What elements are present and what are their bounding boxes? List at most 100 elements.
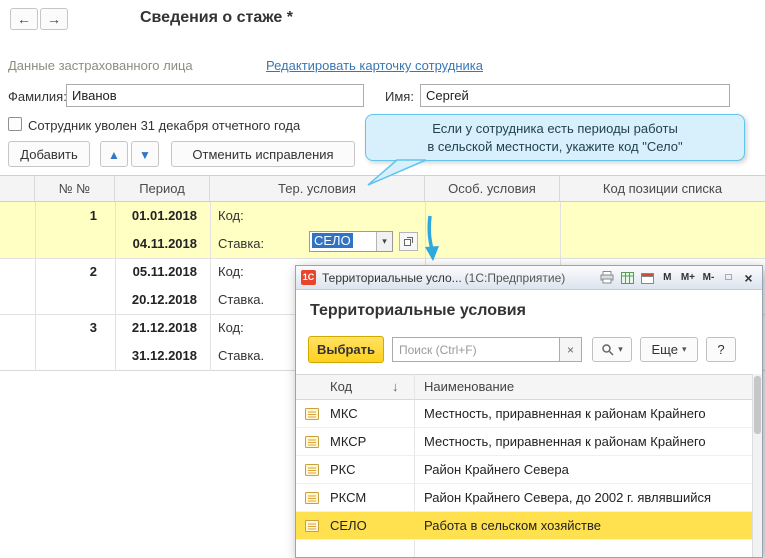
table-view-button[interactable] xyxy=(619,269,636,287)
rate-label: Ставка: xyxy=(218,236,265,251)
header-marker xyxy=(0,176,35,201)
header-territorial: Тер. условия xyxy=(210,176,425,201)
list-item-selected[interactable]: СЕЛО Работа в сельском хозяйстве xyxy=(296,512,752,540)
row-number: 3 xyxy=(89,320,97,335)
firstname-input[interactable] xyxy=(420,84,730,107)
help-button-label: ? xyxy=(717,342,725,357)
close-button[interactable]: × xyxy=(740,269,757,287)
help-button[interactable]: ? xyxy=(706,337,736,362)
column-header-code[interactable]: Код xyxy=(330,379,352,394)
page-title: Сведения о стаже * xyxy=(140,9,293,26)
period-end: 31.12.2018 xyxy=(131,348,197,363)
clear-search-button[interactable]: × xyxy=(560,337,582,362)
forward-icon: → xyxy=(47,11,61,27)
item-name: Местность, приравненная к районам Крайне… xyxy=(424,434,706,449)
forward-button[interactable]: → xyxy=(40,8,68,30)
calendar-button[interactable] xyxy=(639,269,656,287)
dialog-titlebar[interactable]: 1С Территориальные усло... (1С:Предприят… xyxy=(296,266,762,290)
dismissed-checkbox[interactable] xyxy=(8,117,22,131)
period-start: 21.12.2018 xyxy=(131,320,197,335)
grid-col-divider xyxy=(210,202,211,371)
undo-changes-button[interactable]: Отменить исправления xyxy=(171,141,355,167)
combo-open-button[interactable] xyxy=(399,232,418,251)
section-label: Данные застрахованного лица xyxy=(8,58,193,73)
vertical-scrollbar[interactable] xyxy=(752,374,762,557)
more-button-label: Еще xyxy=(651,342,678,357)
magnifier-icon xyxy=(602,344,614,356)
header-special: Особ. условия xyxy=(425,176,560,201)
territory-code-combo[interactable]: СЕЛО ▾ xyxy=(309,231,393,252)
period-end: 20.12.2018 xyxy=(131,292,197,307)
dialog-heading: Территориальные условия xyxy=(310,302,526,319)
scrollbar-thumb[interactable] xyxy=(754,376,761,434)
rate-label: Ставка. xyxy=(218,348,265,363)
back-icon: ← xyxy=(17,11,31,27)
code-label: Код: xyxy=(218,320,244,335)
search-box: × xyxy=(392,337,582,362)
move-up-button[interactable]: ▲ xyxy=(100,141,128,167)
clear-icon: × xyxy=(566,342,574,357)
add-button[interactable]: Добавить xyxy=(8,141,90,167)
list-item[interactable]: МКС Местность, приравненная к районам Кр… xyxy=(296,400,752,428)
list-item[interactable]: МКСР Местность, приравненная к районам К… xyxy=(296,428,752,456)
arrow-down-icon: ▼ xyxy=(139,147,151,162)
search-options-button[interactable]: ▾ xyxy=(592,337,632,362)
list-item[interactable]: РКСМ Район Крайнего Севера, до 2002 г. я… xyxy=(296,484,752,512)
dismissed-checkbox-label: Сотрудник уволен 31 декабря отчетного го… xyxy=(28,118,301,133)
onec-logo: 1С xyxy=(301,270,316,285)
edit-employee-card-link[interactable]: Редактировать карточку сотрудника xyxy=(266,58,483,73)
column-header-name[interactable]: Наименование xyxy=(424,379,514,394)
move-down-button[interactable]: ▼ xyxy=(131,141,159,167)
dialog-table-header: Код ↓ Наименование xyxy=(296,374,762,400)
undo-button-label: Отменить исправления xyxy=(192,146,334,162)
chevron-down-icon: ▾ xyxy=(681,344,687,354)
item-code: СЕЛО xyxy=(330,518,367,533)
maximize-button[interactable]: □ xyxy=(720,269,737,287)
printer-icon xyxy=(600,271,614,284)
chevron-down-icon[interactable]: ▾ xyxy=(376,232,392,251)
maximize-icon: □ xyxy=(725,272,732,283)
item-name: Местность, приравненная к районам Крайне… xyxy=(424,406,706,421)
lastname-input[interactable] xyxy=(66,84,364,107)
catalog-item-icon xyxy=(305,436,319,451)
catalog-item-icon xyxy=(305,520,319,535)
scale-m-minus-button[interactable]: М- xyxy=(700,269,717,287)
header-period: Период xyxy=(115,176,210,201)
item-code: МКС xyxy=(330,406,358,421)
callout-line-2: в сельской местности, укажите код "Село" xyxy=(427,138,683,154)
code-label: Код: xyxy=(218,264,244,279)
dialog-window-title: Территориальные усло... xyxy=(322,270,462,285)
item-code: РКСМ xyxy=(330,490,367,505)
back-button[interactable]: ← xyxy=(10,8,38,30)
item-code: РКС xyxy=(330,462,356,477)
item-name: Район Крайнего Севера xyxy=(424,462,569,477)
calendar-icon xyxy=(640,272,654,284)
more-button[interactable]: Еще ▾ xyxy=(640,337,698,362)
item-name: Работа в сельском хозяйстве xyxy=(424,518,601,533)
app-name: (1С:Предприятие) xyxy=(464,270,566,285)
select-button[interactable]: Выбрать xyxy=(308,336,384,363)
item-code: МКСР xyxy=(330,434,367,449)
row-number: 2 xyxy=(89,264,97,279)
item-name: Район Крайнего Севера, до 2002 г. являвш… xyxy=(424,490,712,505)
catalog-item-icon xyxy=(305,464,319,479)
arrow-up-icon: ▲ xyxy=(108,147,120,162)
period-end: 04.11.2018 xyxy=(132,236,197,251)
code-label: Код: xyxy=(218,208,244,223)
grid-col-divider xyxy=(115,202,116,371)
list-item[interactable]: РКС Район Крайнего Севера xyxy=(296,456,752,484)
print-button[interactable] xyxy=(598,269,616,287)
add-button-label: Добавить xyxy=(20,146,78,162)
catalog-item-icon xyxy=(305,408,319,423)
chevron-down-icon: ▾ xyxy=(618,344,623,354)
scale-m-button[interactable]: М xyxy=(659,269,676,287)
open-icon xyxy=(404,237,413,246)
sort-descending-icon: ↓ xyxy=(392,379,399,394)
table-icon xyxy=(620,271,634,284)
period-start: 05.11.2018 xyxy=(132,264,197,279)
firstname-label: Имя: xyxy=(385,89,414,104)
search-input[interactable] xyxy=(392,337,560,362)
grid-col-divider xyxy=(35,202,36,371)
row-number: 1 xyxy=(89,208,97,223)
scale-m-plus-button[interactable]: М+ xyxy=(679,269,697,287)
